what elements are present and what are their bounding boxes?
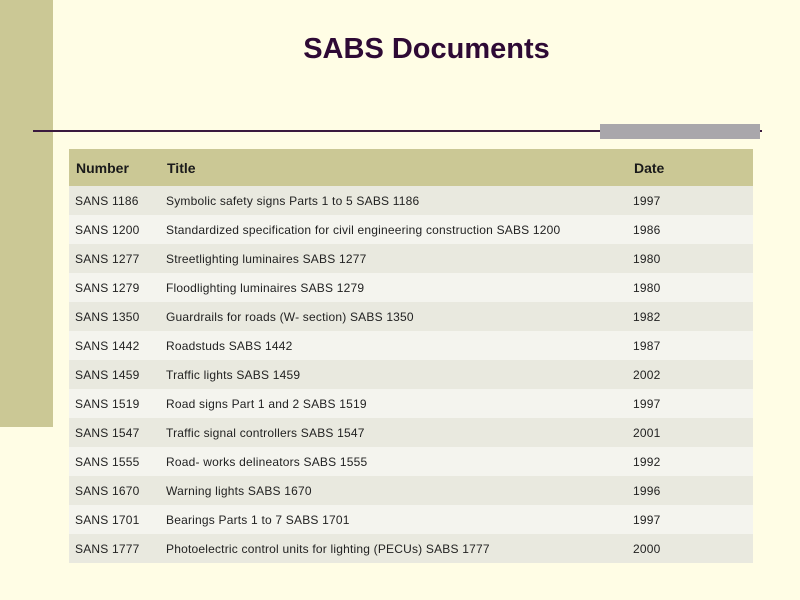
cell-number: SANS 1459 [69, 360, 160, 389]
cell-date: 1986 [627, 215, 753, 244]
cell-number: SANS 1186 [69, 186, 160, 215]
cell-title: Guardrails for roads (W- section) SABS 1… [160, 302, 627, 331]
table-row: SANS 1701 Bearings Parts 1 to 7 SABS 1701… [69, 505, 753, 534]
cell-number: SANS 1555 [69, 447, 160, 476]
cell-title: Warning lights SABS 1670 [160, 476, 627, 505]
cell-date: 2002 [627, 360, 753, 389]
left-accent-bar [0, 0, 53, 427]
cell-date: 1992 [627, 447, 753, 476]
cell-title: Photoelectric control units for lighting… [160, 534, 627, 563]
documents-table: Number Title Date SANS 1186 Symbolic safe… [69, 149, 753, 563]
cell-title: Traffic signal controllers SABS 1547 [160, 418, 627, 447]
table-row: SANS 1519 Road signs Part 1 and 2 SABS 15… [69, 389, 753, 418]
cell-date: 1982 [627, 302, 753, 331]
table-body: SANS 1186 Symbolic safety signs Parts 1 t… [69, 186, 753, 563]
table-row: SANS 1547 Traffic signal controllers SABS… [69, 418, 753, 447]
slide-title: SABS Documents [303, 33, 550, 65]
cell-number: SANS 1350 [69, 302, 160, 331]
cell-date: 1997 [627, 389, 753, 418]
table-row: SANS 1279 Floodlighting luminaires SABS 1… [69, 273, 753, 302]
header-date: Date [627, 149, 753, 186]
table-row: SANS 1777 Photoelectric control units for… [69, 534, 753, 563]
cell-number: SANS 1547 [69, 418, 160, 447]
table-row: SANS 1670 Warning lights SABS 1670 1996 [69, 476, 753, 505]
cell-date: 1980 [627, 244, 753, 273]
cell-title: Symbolic safety signs Parts 1 to 5 SABS … [160, 186, 627, 215]
table-header-row: Number Title Date [69, 149, 753, 186]
cell-number: SANS 1701 [69, 505, 160, 534]
header-number: Number [69, 149, 160, 186]
cell-title: Bearings Parts 1 to 7 SABS 1701 [160, 505, 627, 534]
cell-date: 2001 [627, 418, 753, 447]
cell-title: Traffic lights SABS 1459 [160, 360, 627, 389]
cell-date: 1987 [627, 331, 753, 360]
cell-title: Road- works delineators SABS 1555 [160, 447, 627, 476]
cell-title: Roadstuds SABS 1442 [160, 331, 627, 360]
table-row: SANS 1350 Guardrails for roads (W- sectio… [69, 302, 753, 331]
cell-number: SANS 1519 [69, 389, 160, 418]
cell-number: SANS 1277 [69, 244, 160, 273]
cell-number: SANS 1777 [69, 534, 160, 563]
cell-title: Streetlighting luminaires SABS 1277 [160, 244, 627, 273]
divider-accent-block [600, 124, 760, 139]
table-row: SANS 1277 Streetlighting luminaires SABS … [69, 244, 753, 273]
cell-number: SANS 1442 [69, 331, 160, 360]
cell-number: SANS 1200 [69, 215, 160, 244]
cell-date: 1980 [627, 273, 753, 302]
cell-date: 1997 [627, 186, 753, 215]
table-row: SANS 1186 Symbolic safety signs Parts 1 t… [69, 186, 753, 215]
cell-number: SANS 1279 [69, 273, 160, 302]
table-row: SANS 1459 Traffic lights SABS 1459 2002 [69, 360, 753, 389]
cell-title: Road signs Part 1 and 2 SABS 1519 [160, 389, 627, 418]
cell-title: Floodlighting luminaires SABS 1279 [160, 273, 627, 302]
table-row: SANS 1442 Roadstuds SABS 1442 1987 [69, 331, 753, 360]
cell-number: SANS 1670 [69, 476, 160, 505]
table-row: SANS 1555 Road- works delineators SABS 15… [69, 447, 753, 476]
header-title: Title [160, 149, 627, 186]
cell-date: 1997 [627, 505, 753, 534]
table-row: SANS 1200 Standardized specification for … [69, 215, 753, 244]
cell-date: 1996 [627, 476, 753, 505]
cell-date: 2000 [627, 534, 753, 563]
cell-title: Standardized specification for civil eng… [160, 215, 627, 244]
